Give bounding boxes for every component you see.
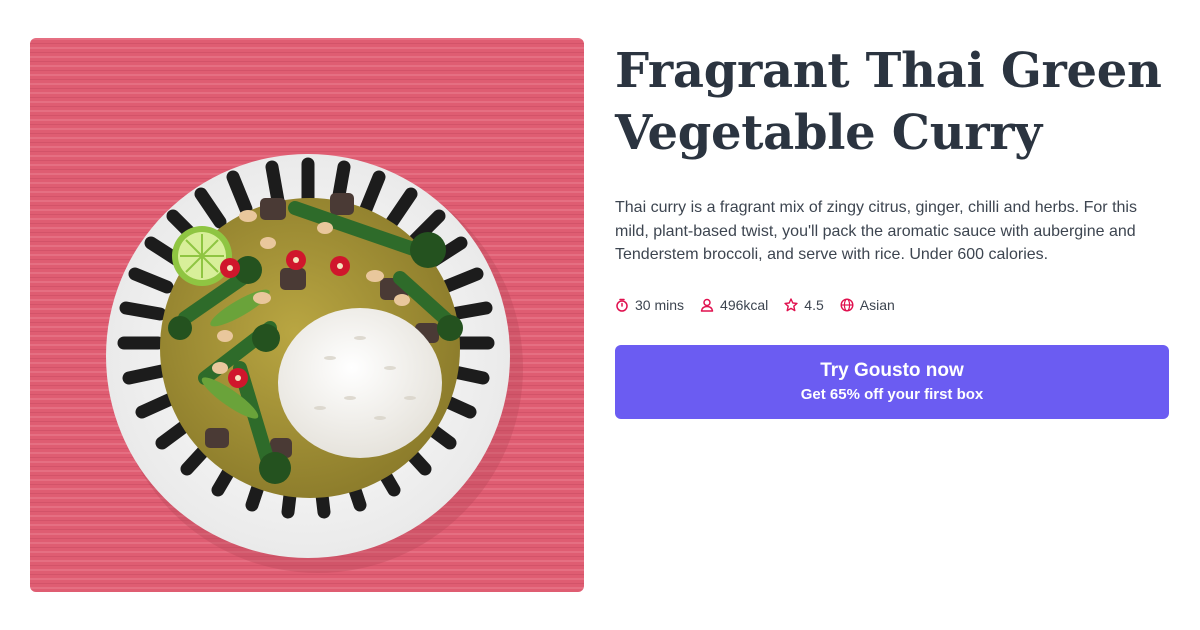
calories: 496kcal <box>700 297 768 313</box>
try-gousto-button[interactable]: Try Gousto now Get 65% off your first bo… <box>615 344 1169 419</box>
rating-label: 4.5 <box>804 296 824 313</box>
recipe-title: Fragrant Thai Green Vegetable Curry <box>615 43 1162 161</box>
recipe-details: Fragrant Thai Green Vegetable Curry Thai… <box>615 40 1170 419</box>
cook-time: 30 mins <box>615 297 684 313</box>
cta-primary-label: Try Gousto now <box>820 359 964 381</box>
star-icon <box>784 297 798 311</box>
cta-secondary-label: Get 65% off your first box <box>800 385 984 403</box>
recipe-description: Thai curry is a fragrant mix of zingy ci… <box>615 199 1137 263</box>
recipe-meta: 30 mins 496kcal 4.5 Asian <box>615 297 1170 313</box>
cook-time-label: 30 mins <box>635 296 685 313</box>
timer-icon <box>616 298 628 312</box>
cuisine-label: Asian <box>859 296 895 313</box>
recipe-share-card: Fragrant Thai Green Vegetable Curry Thai… <box>0 0 1200 630</box>
rating: 4.5 <box>784 296 824 313</box>
recipe-photo <box>30 38 584 592</box>
cuisine: Asian <box>840 297 895 313</box>
calories-label: 496kcal <box>720 296 769 313</box>
globe-icon <box>840 297 854 312</box>
person-icon <box>700 298 714 312</box>
